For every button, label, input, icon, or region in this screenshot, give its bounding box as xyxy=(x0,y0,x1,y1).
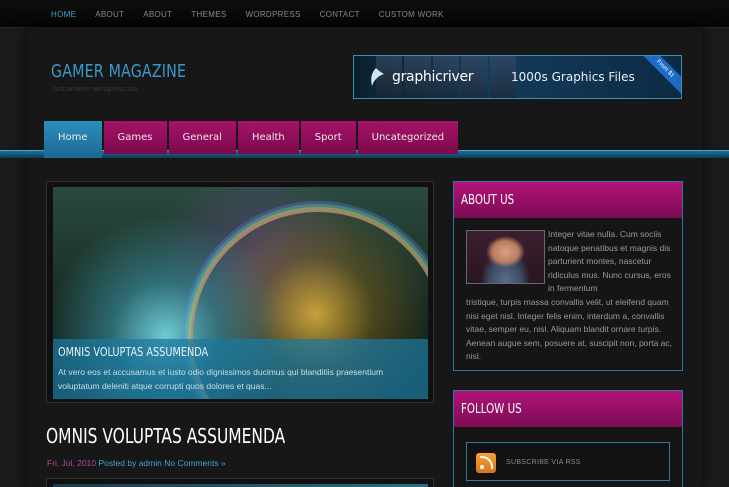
topnav-custom-work-link[interactable]: CUSTOM WORK xyxy=(379,10,444,19)
top-bar: HOME ABOUT ABOUT THEMES WORDPRESS CONTAC… xyxy=(0,0,729,28)
about-text-below-photo: tristique, turpis massa convallis velit,… xyxy=(466,297,673,362)
about-text-beside-photo: Integer vitae nulla. Cum sociis natoque … xyxy=(548,229,671,294)
banner-tagline: 1000s Graphics Files xyxy=(511,70,635,84)
post-title[interactable]: OMNIS VOLUPTAS ASSUMENDA xyxy=(46,424,285,448)
topnav-about-link[interactable]: ABOUT xyxy=(95,10,124,19)
nav-tab-health[interactable]: Health xyxy=(237,121,299,154)
nav-tab-general[interactable]: General xyxy=(168,121,236,154)
rss-icon xyxy=(476,453,496,473)
about-widget: ABOUT US Integer vitae nulla. Cum sociis… xyxy=(453,181,683,371)
banner-brand: graphicriver xyxy=(392,69,474,85)
nav-tab-uncategorized[interactable]: Uncategorized xyxy=(357,121,459,154)
topnav-about-link-2[interactable]: ABOUT xyxy=(143,10,172,19)
site-title[interactable]: GAMER MAGAZINE xyxy=(51,61,186,82)
nav-tab-home[interactable]: Home xyxy=(44,121,102,158)
post-author-link[interactable]: admin xyxy=(139,458,162,468)
topnav-home-link[interactable]: HOME xyxy=(51,10,76,19)
topnav-contact-link[interactable]: CONTACT xyxy=(320,10,360,19)
featured-caption[interactable]: OMNIS VOLUPTAS ASSUMENDA At vero eos et … xyxy=(53,339,428,399)
follow-widget-heading: FOLLOW US xyxy=(454,391,682,427)
featured-caption-title[interactable]: OMNIS VOLUPTAS ASSUMENDA xyxy=(58,345,208,359)
featured-slider[interactable]: OMNIS VOLUPTAS ASSUMENDA At vero eos et … xyxy=(46,181,434,403)
post-date: Fri, Jul, 2010 xyxy=(47,458,97,468)
about-widget-heading: ABOUT US xyxy=(454,182,682,218)
site-tagline: Just another wordpress site xyxy=(52,86,138,93)
post-image-frame xyxy=(46,478,434,487)
banner-price-ribbon: From $1 xyxy=(639,56,681,95)
topnav-wordpress-link[interactable]: WORDPRESS xyxy=(245,10,300,19)
main-nav: Home Games General Health Sport Uncatego… xyxy=(44,121,460,158)
nav-tab-sport[interactable]: Sport xyxy=(300,121,356,154)
graphicriver-logo-icon xyxy=(371,68,384,86)
top-nav: HOME ABOUT ABOUT THEMES WORDPRESS CONTAC… xyxy=(51,10,463,19)
post-meta: Fri, Jul, 2010 Posted by admin No Commen… xyxy=(47,458,226,468)
nav-tab-games[interactable]: Games xyxy=(103,121,167,154)
follow-widget: FOLLOW US SUBSCRIBE VIA RSS xyxy=(453,390,683,487)
post-comments-link[interactable]: No Comments » xyxy=(164,458,225,468)
post-by-label: Posted by xyxy=(98,458,137,468)
subscribe-rss-label: SUBSCRIBE VIA RSS xyxy=(506,459,581,466)
topnav-themes-link[interactable]: THEMES xyxy=(191,10,226,19)
ad-banner[interactable]: graphicriver 1000s Graphics Files From $… xyxy=(353,55,682,99)
featured-caption-excerpt: At vero eos et accusamus et iusto odio d… xyxy=(58,367,384,391)
subscribe-rss-button[interactable]: SUBSCRIBE VIA RSS xyxy=(466,442,670,481)
author-photo xyxy=(466,230,545,284)
